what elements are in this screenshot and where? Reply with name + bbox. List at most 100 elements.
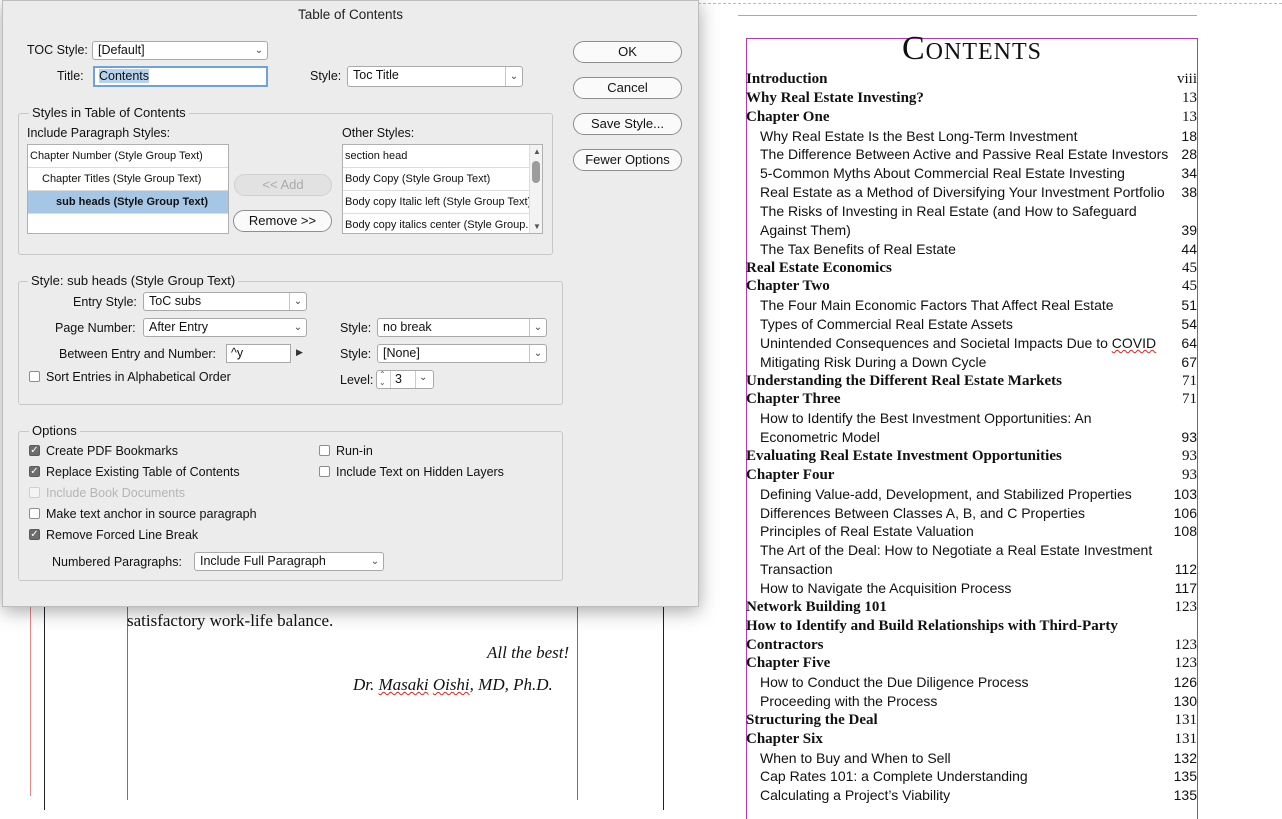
toc-entry-page: 135 [1173,768,1197,785]
cancel-button[interactable]: Cancel [573,77,682,99]
list-item[interactable]: Body copy Italic left (Style Group Text) [343,191,531,214]
letter-signature: Dr. Masaki Oishi, MD, Ph.D. [353,675,553,695]
toc-entry-page: 51 [1181,297,1197,314]
include-book-checkbox [29,487,40,498]
entry-style-select[interactable]: ToC subs ⌄ [143,292,307,311]
toc-entry-text: How to Conduct the Due Diligence Process [760,674,1029,691]
scrollbar[interactable]: ▲ ▼ [529,145,542,233]
toc-entry-text: Network Building 101 [746,598,887,615]
scrollbar-thumb[interactable] [532,161,540,183]
toc-entry-page: viii [1176,71,1197,87]
toc-entry: Mitigating Risk During a Down Cycle 67 [746,354,1198,373]
toc-entry-page: 117 [1174,579,1197,596]
toc-entry: Against Them) 39 [746,222,1198,241]
toc-entry-text: Cap Rates 101: a Complete Understanding [760,768,1028,785]
toc-entry: Introduction viii [746,71,1198,90]
toc-entry-page: 108 [1173,523,1197,540]
toc-entry: Evaluating Real Estate Investment Opport… [746,448,1198,467]
toc-style-value: [Default] [98,43,145,57]
toc-entry: The Difference Between Active and Passiv… [746,146,1198,165]
toc-style-select[interactable]: [Default] ⌄ [92,41,268,60]
other-styles-list[interactable]: section head Body Copy (Style Group Text… [342,144,543,234]
toc-entry: Differences Between Classes A, B, and C … [746,505,1198,524]
ok-button[interactable]: OK [573,41,682,63]
toc-entry-text: Defining Value-add, Development, and Sta… [760,485,1132,502]
triangle-right-icon[interactable]: ▶ [296,347,303,358]
toc-entry: When to Buy and When to Sell 132 [746,750,1198,769]
toc-entry: Calculating a Project’s Viability 135 [746,787,1198,806]
stepper-icon[interactable]: ⌃ ⌄ [379,371,386,387]
include-hidden-checkbox[interactable] [319,466,330,477]
list-item[interactable]: Body Copy (Style Group Text) [343,168,531,191]
checkmark-icon: ✓ [30,529,39,540]
toc-entry-text: Chapter Four [746,466,835,483]
fewer-options-button[interactable]: Fewer Options [573,149,682,171]
toc-entry-text: Mitigating Risk During a Down Cycle [760,353,987,370]
run-in-checkbox[interactable] [319,445,330,456]
numbered-paragraphs-select[interactable]: Include Full Paragraph ⌄ [194,552,384,571]
toc-entry: How to Identify the Best Investment Oppo… [746,410,1198,429]
toc-entry-text: Principles of Real Estate Valuation [760,523,974,540]
include-styles-list[interactable]: Chapter Number (Style Group Text) Chapte… [27,144,229,234]
toc-entry: How to Conduct the Due Diligence Process… [746,674,1198,693]
save-style-button[interactable]: Save Style... [573,113,682,135]
toc-entry-page: 28 [1181,146,1197,163]
toc-entry-text: Proceeding with the Process [760,693,938,710]
create-pdf-checkbox[interactable]: ✓ [29,445,40,456]
toc-entry: Structuring the Deal 131 [746,712,1198,731]
list-item[interactable]: section head [343,145,531,168]
toc-entry-text: Introduction [746,71,828,87]
toc-entry-text: Chapter One [746,108,830,125]
toc-entry-page: 44 [1181,240,1197,257]
chevron-down-icon: ⌄ [505,67,522,86]
chevron-up-icon[interactable]: ▲ [533,147,541,156]
toc-entry-page: 126 [1173,674,1197,691]
level-stepper[interactable]: ⌃ ⌄ 3 ⌄ [376,370,434,389]
between-style-select[interactable]: [None] ⌄ [377,344,547,363]
sort-entries-checkbox[interactable] [29,371,40,382]
list-item[interactable]: Chapter Number (Style Group Text) [28,145,228,168]
numbered-paragraphs-label: Numbered Paragraphs: [52,555,182,569]
remove-button[interactable]: Remove >> [233,210,332,232]
toc-entry: Transaction 112 [746,561,1198,580]
options-legend: Options [29,423,80,438]
toc-entry-text: The Art of the Deal: How to Negotiate a … [760,542,1153,559]
chevron-down-icon: ⌄ [370,556,380,567]
toc-entry-page: 123 [1174,598,1198,615]
title-input[interactable]: Contents [93,66,268,87]
page-number-style-select[interactable]: no break ⌄ [377,318,547,337]
toc-entry-text: Unintended Consequences and Societal Imp… [760,334,1157,351]
toc-entry-page: 132 [1173,749,1197,766]
toc-entry: Chapter One 13 [746,109,1198,128]
toc-entry-page: 93 [1182,448,1197,464]
title-input-value: Contents [99,69,150,83]
list-item[interactable]: Body copy italics center (Style Group... [343,214,531,233]
toc-entry-text: Types of Commercial Real Estate Assets [760,316,1013,333]
toc-entry-text: Chapter Six [746,730,823,747]
toc-entry-text: Calculating a Project’s Viability [760,787,951,804]
signature-prefix: Dr. [353,675,379,694]
toc-entry-page: 93 [1182,466,1197,483]
toc-entry-page: 106 [1173,504,1197,521]
between-entry-input[interactable]: ^y [226,344,291,363]
toc-entry-text: How to Identify the Best Investment Oppo… [760,410,1092,427]
make-anchor-label: Make text anchor in source paragraph [46,507,257,521]
title-style-value: Toc Title [353,68,399,82]
bleed-guide-left [30,605,31,796]
page-number-select[interactable]: After Entry ⌄ [143,318,307,337]
make-anchor-checkbox[interactable] [29,508,40,519]
toc-entry: Cap Rates 101: a Complete Understanding 1… [746,768,1198,787]
list-item[interactable]: Chapter Titles (Style Group Text) [28,168,228,191]
chevron-down-icon: ⌄ [529,319,546,336]
toc-entry: Why Real Estate Is the Best Long-Term In… [746,128,1198,147]
title-style-select[interactable]: Toc Title ⌄ [347,66,523,87]
chevron-down-icon[interactable]: ▼ [533,222,541,231]
list-item-selected[interactable]: sub heads (Style Group Text) [28,191,228,214]
toc-entry: How to Identify and Build Relationships … [746,618,1198,637]
remove-forced-checkbox[interactable]: ✓ [29,529,40,540]
replace-existing-checkbox[interactable]: ✓ [29,466,40,477]
toc-entry-text: Chapter Three [746,391,841,408]
letter-closing-line: satisfactory work-life balance. [127,611,334,630]
chevron-down-icon[interactable]: ⌄ [419,372,427,383]
add-button[interactable]: << Add [234,174,332,196]
